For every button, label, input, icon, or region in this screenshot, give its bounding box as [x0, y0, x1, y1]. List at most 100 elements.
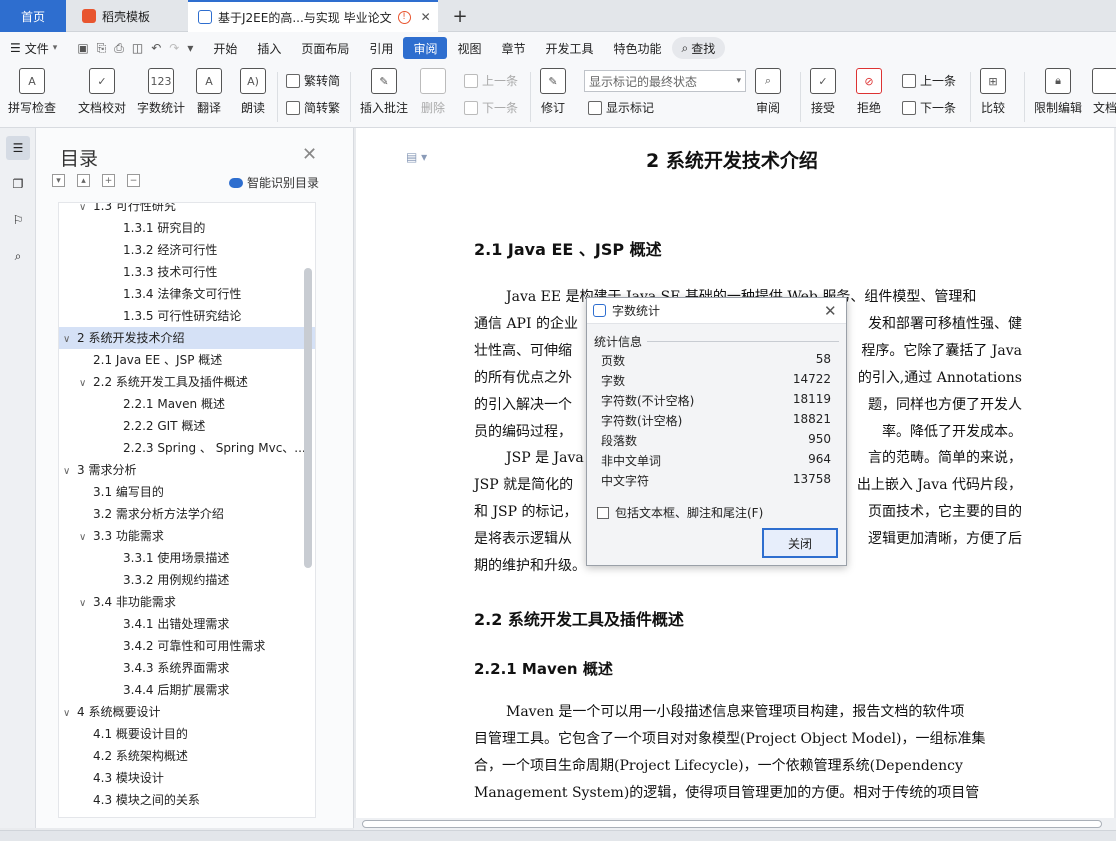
chevron-down-icon[interactable]: ∨ — [63, 461, 77, 481]
toc-item[interactable]: 1.3.1 研究目的 — [59, 217, 315, 239]
toc-item[interactable]: 3.4.4 后期扩展需求 — [59, 679, 315, 701]
doc-permission-button[interactable]: 文档 — [1092, 68, 1116, 116]
menu-chapter[interactable]: 章节 — [491, 37, 535, 59]
chevron-down-icon[interactable]: ∨ — [79, 527, 93, 547]
chapter-panel-icon[interactable]: ❐ — [6, 172, 30, 196]
menu-start[interactable]: 开始 — [203, 37, 247, 59]
toc-item[interactable]: 2.2.1 Maven 概述 — [59, 393, 315, 415]
simp-to-trad-button[interactable]: 简转繁 — [286, 99, 340, 116]
tab-document[interactable]: 基于J2EE的高...与实现 毕业论文 ! ✕ — [188, 0, 438, 32]
toc-item[interactable]: ∨ 4 系统概要设计 — [59, 701, 315, 723]
file-menu[interactable]: ☰ 文件 ▾ — [0, 37, 67, 59]
toc-item[interactable]: 3.4.3 系统界面需求 — [59, 657, 315, 679]
toc-item[interactable]: 3.3.1 使用场景描述 — [59, 547, 315, 569]
compare-button[interactable]: ⊞ 比较 — [980, 68, 1006, 116]
scrollbar-thumb[interactable] — [362, 820, 1102, 828]
next-comment-button[interactable]: 下一条 — [464, 99, 518, 116]
toc-item[interactable]: 1.3.5 可行性研究结论 — [59, 305, 315, 327]
toc-item[interactable]: 3.4.2 可靠性和可用性需求 — [59, 635, 315, 657]
toc-item[interactable]: ∨ 2.2 系统开发工具及插件概述 — [59, 371, 315, 393]
toc-item[interactable]: 3.3.2 用例规约描述 — [59, 569, 315, 591]
toc-item[interactable]: 1.3.2 经济可行性 — [59, 239, 315, 261]
bookmark-icon[interactable]: ⚐ — [6, 208, 30, 232]
chevron-down-icon[interactable]: ∨ — [79, 593, 93, 613]
chevron-down-icon[interactable]: ∨ — [63, 329, 77, 349]
search-box[interactable]: ⌕ 查找 — [671, 37, 726, 59]
accept-button[interactable]: ✓ 接受 — [810, 68, 836, 116]
include-footnotes-checkbox[interactable]: 包括文本框、脚注和尾注(F) — [597, 504, 763, 521]
reject-button[interactable]: ⊘ 拒绝 — [856, 68, 882, 116]
chevron-down-icon[interactable]: ∨ — [79, 203, 93, 217]
menu-reference[interactable]: 引用 — [359, 37, 403, 59]
toc-item[interactable]: 4.3 模块之间的关系 — [59, 789, 315, 811]
trad-to-simp-button[interactable]: 繁转简 — [286, 72, 340, 89]
close-icon[interactable]: ✕ — [824, 302, 837, 320]
prev-change-button[interactable]: 上一条 — [902, 72, 956, 89]
insert-comment-button[interactable]: ✎ 插入批注 — [360, 68, 408, 116]
menu-features[interactable]: 特色功能 — [604, 37, 672, 59]
export-icon[interactable]: ⎘ — [97, 41, 107, 56]
show-markup-button[interactable]: 显示标记 — [588, 99, 654, 116]
toc-item[interactable]: 1.3.4 法律条文可行性 — [59, 283, 315, 305]
stat-label: 段落数 — [601, 434, 638, 448]
add-heading-icon[interactable]: + — [102, 174, 115, 187]
tab-docer[interactable]: 稻壳模板 — [68, 0, 186, 32]
translate-button[interactable]: A 翻译 — [196, 68, 222, 116]
toc-item[interactable]: 2.2.2 GIT 概述 — [59, 415, 315, 437]
expand-up-icon[interactable]: ▴ — [77, 174, 90, 187]
horizontal-scrollbar[interactable] — [354, 818, 1116, 830]
prev-comment-button[interactable]: 上一条 — [464, 72, 518, 89]
toc-item[interactable]: 2.2.3 Spring 、 Spring Mvc、... — [59, 437, 315, 459]
lock-icon: 🔒︎ — [1045, 68, 1071, 94]
toc-item[interactable]: 1.3.3 技术可行性 — [59, 261, 315, 283]
toc-item[interactable]: ∨ 3.3 功能需求 — [59, 525, 315, 547]
next-change-button[interactable]: 下一条 — [902, 99, 956, 116]
menu-review[interactable]: 审阅 — [403, 37, 448, 59]
print-icon[interactable]: ⎙ — [114, 41, 124, 56]
toc-scrollbar[interactable] — [304, 268, 312, 568]
read-aloud-button[interactable]: A) 朗读 — [240, 68, 266, 116]
smart-toc-button[interactable]: 智能识别目录 — [229, 174, 319, 191]
toc-item[interactable]: ∨ 1.3 可行性研究 — [59, 203, 315, 217]
save-icon[interactable]: ▣ — [77, 41, 88, 55]
menu-insert[interactable]: 插入 — [247, 37, 291, 59]
more-icon[interactable]: ▾ — [187, 41, 193, 55]
search-icon[interactable]: ⌕ — [6, 244, 30, 268]
spell-check-button[interactable]: A 拼写检查 — [8, 68, 56, 116]
menu-layout[interactable]: 页面布局 — [291, 37, 359, 59]
toc-item[interactable]: ∨ 3.4 非功能需求 — [59, 591, 315, 613]
review-pane-button[interactable]: ⌕ 审阅 — [755, 68, 781, 116]
toc-item[interactable]: ∨ 3 需求分析 — [59, 459, 315, 481]
toc-item[interactable]: 4.1 概要设计目的 — [59, 723, 315, 745]
toc-item[interactable]: 2.1 Java EE 、JSP 概述 — [59, 349, 315, 371]
toc-item[interactable]: 4.2 系统架构概述 — [59, 745, 315, 767]
close-tab-icon[interactable]: ✕ — [421, 10, 431, 24]
chevron-down-icon[interactable]: ∨ — [79, 373, 93, 393]
new-tab-button[interactable]: + — [448, 0, 472, 32]
tab-home[interactable]: 首页 — [0, 0, 66, 32]
toc-panel-icon[interactable]: ☰ — [6, 136, 30, 160]
toc-item[interactable]: 3.2 需求分析方法学介绍 — [59, 503, 315, 525]
redo-icon[interactable]: ↷ — [169, 41, 179, 55]
close-button[interactable]: 关闭 — [762, 528, 838, 558]
toc-item[interactable]: 4.3 模块设计 — [59, 767, 315, 789]
word-count-button[interactable]: 123 字数统计 — [137, 68, 185, 116]
close-icon[interactable]: ✕ — [302, 144, 317, 165]
menu-view[interactable]: 视图 — [447, 37, 491, 59]
remove-heading-icon[interactable]: − — [127, 174, 140, 187]
display-mode-select[interactable]: 显示标记的最终状态 ▾ — [584, 70, 746, 92]
toc-item[interactable]: ∨ 2 系统开发技术介绍 — [59, 327, 315, 349]
menu-devtools[interactable]: 开发工具 — [535, 37, 603, 59]
chevron-down-icon[interactable]: ∨ — [63, 703, 77, 723]
checkbox-box[interactable] — [597, 506, 609, 519]
undo-icon[interactable]: ↶ — [151, 41, 161, 55]
page-doc-icon[interactable]: ▤ ▾ — [406, 150, 427, 164]
delete-comment-button[interactable]: 删除 — [420, 68, 446, 116]
track-changes-button[interactable]: ✎ 修订 — [540, 68, 566, 116]
collapse-all-icon[interactable]: ▾ — [52, 174, 65, 187]
preview-icon[interactable]: ◫ — [132, 41, 143, 55]
restrict-edit-button[interactable]: 🔒︎ 限制编辑 — [1034, 68, 1082, 116]
proofread-button[interactable]: ✓ 文档校对 — [78, 68, 126, 116]
toc-item[interactable]: 3.1 编写目的 — [59, 481, 315, 503]
toc-item[interactable]: 3.4.1 出错处理需求 — [59, 613, 315, 635]
